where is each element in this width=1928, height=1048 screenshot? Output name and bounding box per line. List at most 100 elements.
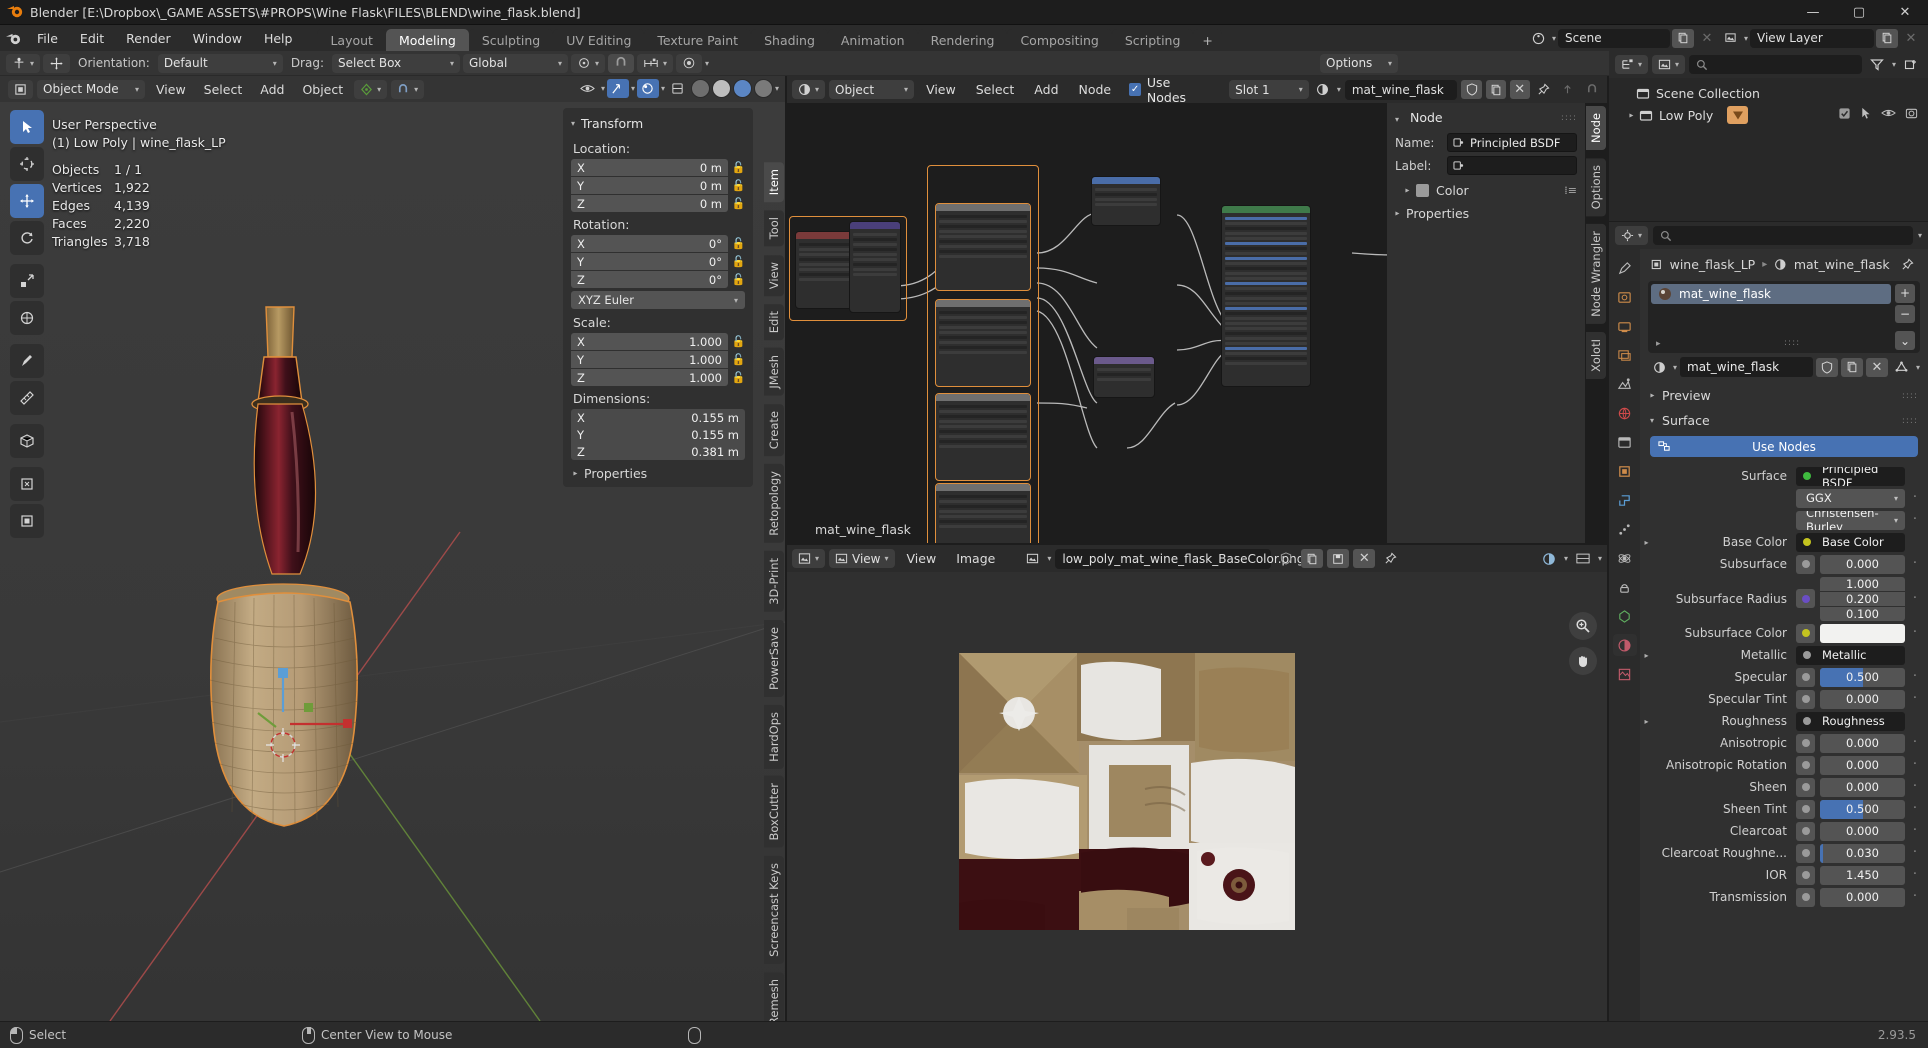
basecolor-texture-preview[interactable] — [959, 653, 1295, 930]
workspace-tab-texture-paint[interactable]: Texture Paint — [644, 29, 752, 53]
node-image-texture-basecolor[interactable] — [935, 203, 1031, 291]
tool-tweak-icon[interactable] — [10, 110, 44, 144]
menu-edit[interactable]: Edit — [69, 28, 115, 49]
image-browse-chevron-icon[interactable]: ▾ — [1047, 554, 1051, 563]
menu-help[interactable]: Help — [253, 28, 304, 49]
duplicate-material-icon[interactable] — [1485, 80, 1506, 99]
node-properties-expand-icon[interactable]: ▾ — [1393, 211, 1402, 215]
transmission-slider[interactable]: 0.000 — [1820, 887, 1905, 907]
lock-rotation-z-icon[interactable]: 🔓 — [732, 273, 746, 286]
properties-tab-data[interactable] — [1613, 605, 1637, 627]
node-small-helper-2[interactable] — [1093, 356, 1155, 398]
gizmo-chevron-icon[interactable]: ▾ — [631, 84, 635, 93]
sidebar-tab-jmesh[interactable]: JMesh — [764, 348, 784, 396]
ior-animate-dot-icon[interactable]: · — [1910, 868, 1920, 881]
node-image-texture-metallic[interactable] — [935, 393, 1031, 481]
roughness-expand-icon[interactable]: ▸ — [1640, 717, 1653, 726]
node-color-list-icon[interactable]: ⁞≡ — [1564, 184, 1577, 197]
workspace-tab-scripting[interactable]: Scripting — [1111, 29, 1194, 53]
transmission-socket-box[interactable] — [1796, 887, 1815, 907]
material-slot-expand-icon[interactable]: ▸ — [1656, 339, 1661, 349]
material-link-mode-icon[interactable] — [1891, 358, 1913, 377]
image-save-icon[interactable] — [1327, 549, 1350, 568]
transform-space-dropdown[interactable]: Global ▾ — [463, 53, 568, 73]
new-viewlayer-icon[interactable] — [1876, 28, 1898, 48]
image-menu-view[interactable]: View — [899, 549, 945, 568]
tool-scale-icon[interactable] — [10, 264, 44, 298]
rotation-mode-dropdown[interactable]: XYZ Euler ▾ — [571, 291, 745, 309]
surface-property-field[interactable]: Principled BSDF — [1796, 466, 1905, 486]
outliner-expand-icon[interactable]: ▾ — [1627, 113, 1636, 117]
node-principled-bsdf[interactable] — [1221, 205, 1311, 387]
preview-section-header[interactable]: ▾ Preview :::: — [1640, 383, 1928, 408]
image-display-channels-icon[interactable] — [1538, 549, 1560, 568]
tool-add-cube-icon[interactable] — [10, 424, 44, 458]
properties-tab-scene[interactable] — [1613, 373, 1637, 395]
tool-cursor-icon[interactable] — [10, 147, 44, 181]
scale-z-row[interactable]: Z 1.000 🔓 — [571, 369, 745, 386]
material-id-name-field[interactable]: mat_wine_flask — [1680, 357, 1813, 377]
orientation-dropdown[interactable]: Default ▾ — [157, 53, 283, 73]
transform-pivot-icon[interactable]: ▾ — [354, 79, 388, 99]
fake-user-shield-icon[interactable] — [1461, 80, 1482, 99]
node-panel-header[interactable]: ▾ Node :::: — [1387, 103, 1585, 131]
image-unlink-icon[interactable]: ✕ — [1353, 549, 1376, 568]
roughness-field[interactable]: Roughness — [1796, 711, 1905, 731]
shading-chevron-icon[interactable]: ▾ — [775, 84, 779, 93]
properties-tab-constraints[interactable] — [1613, 576, 1637, 598]
specular-animate-dot-icon[interactable]: · — [1910, 670, 1920, 683]
interaction-mode-dropdown[interactable]: Object Mode ▾ — [37, 79, 145, 99]
tool-annotate-icon[interactable] — [10, 344, 44, 378]
shading-rendered-icon[interactable] — [753, 79, 773, 98]
overlays-chevron-icon[interactable]: ▾ — [661, 84, 665, 93]
shader-menu-node[interactable]: Node — [1071, 80, 1120, 99]
pin-icon[interactable] — [1534, 80, 1554, 99]
shader-tab-xoloti[interactable]: XolotI — [1586, 332, 1606, 380]
move-tool-icon[interactable] — [43, 53, 71, 73]
properties-tab-texture[interactable] — [1613, 663, 1637, 685]
properties-tab-particles[interactable] — [1613, 518, 1637, 540]
node-name-field[interactable]: Principled BSDF — [1447, 133, 1577, 152]
drag-dropdown[interactable]: Select Box ▾ — [332, 53, 460, 73]
location-y-row[interactable]: Y0 m 🔓 — [571, 177, 745, 194]
properties-pin-icon[interactable] — [1897, 255, 1918, 274]
remove-scene-icon[interactable]: ✕ — [1696, 29, 1718, 48]
sidebar-tab-retopology[interactable]: Retopology — [764, 464, 784, 543]
breadcrumb-object[interactable]: wine_flask_LP — [1670, 257, 1756, 272]
node-properties-section[interactable]: ▾ Properties — [1387, 200, 1585, 223]
workspace-tab-animation[interactable]: Animation — [827, 29, 918, 53]
add-workspace-button[interactable]: + — [1193, 29, 1222, 53]
use-nodes-button[interactable]: Use Nodes — [1650, 436, 1918, 457]
image-zoom-icon[interactable] — [1569, 612, 1597, 640]
outliner-display-mode-dropdown[interactable]: ▾ — [1652, 55, 1686, 74]
node-mapping[interactable] — [849, 221, 901, 313]
subsurface-animate-dot-icon[interactable]: · — [1910, 557, 1920, 570]
lock-scale-y-icon[interactable]: 🔓 — [732, 353, 746, 366]
dimension-z-row[interactable]: Z 0.381 m — [571, 443, 745, 460]
clearcoat-animate-dot-icon[interactable]: · — [1910, 824, 1920, 837]
gizmo-toggle-icon[interactable] — [606, 79, 629, 98]
lock-rotation-y-icon[interactable]: 🔓 — [732, 255, 746, 268]
anisotropic-rotation-animate-dot-icon[interactable]: · — [1910, 758, 1920, 771]
dimension-x-row[interactable]: X 0.155 m — [571, 409, 745, 426]
close-button[interactable]: ✕ — [1882, 0, 1928, 25]
menu-window[interactable]: Window — [182, 28, 253, 49]
workspace-tab-uv-editing[interactable]: UV Editing — [553, 29, 645, 53]
visibility-chevron-icon[interactable]: ▾ — [601, 84, 605, 93]
workspace-tab-modeling[interactable]: Modeling — [385, 29, 469, 53]
node-color-section[interactable]: ▾ Color ⁞≡ — [1387, 177, 1585, 200]
remove-viewlayer-icon[interactable]: ✕ — [1900, 29, 1922, 48]
material-id-unlink-icon[interactable]: ✕ — [1865, 357, 1888, 377]
outliner-filter-chevron-icon[interactable]: ▾ — [1892, 60, 1896, 69]
outliner-tree[interactable]: Scene Collection ▾ Low Poly — [1609, 78, 1928, 221]
xray-toggle-icon[interactable] — [667, 79, 689, 98]
clearcoat-roughness-socket-box[interactable] — [1796, 843, 1815, 863]
options-dropdown[interactable]: Options ▾ — [1320, 53, 1398, 73]
sidebar-tab-create[interactable]: Create — [764, 403, 784, 456]
sidebar-tab-quad-remesh[interactable]: Quad Remesh — [764, 971, 784, 1021]
new-scene-icon[interactable] — [1671, 28, 1694, 48]
unlink-material-icon[interactable]: ✕ — [1509, 80, 1530, 99]
workspace-tab-sculpting[interactable]: Sculpting — [468, 29, 554, 53]
properties-search-input[interactable] — [1653, 226, 1913, 245]
scale-y-row[interactable]: Y 1.000 🔓 — [571, 351, 745, 368]
